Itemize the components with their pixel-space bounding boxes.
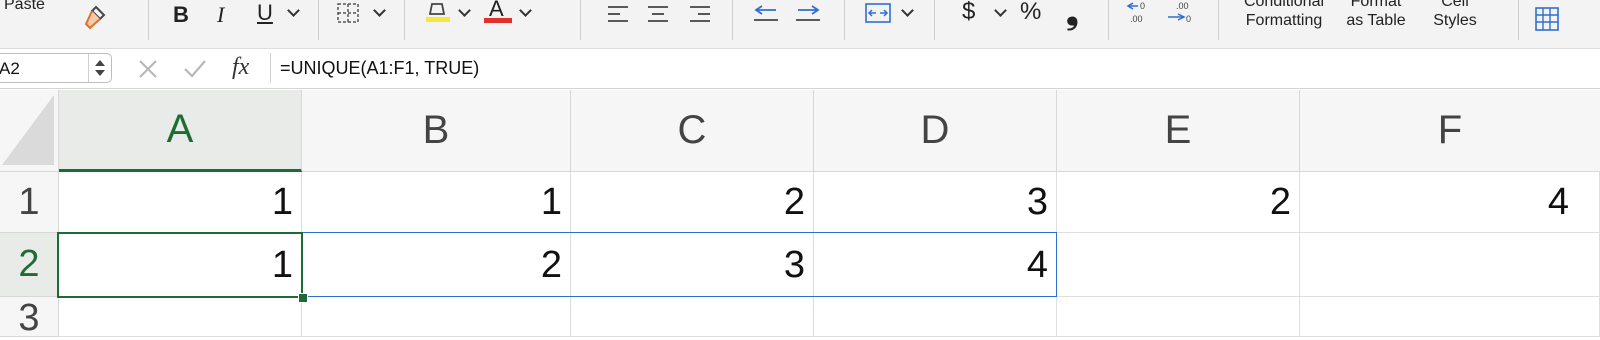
chevron-down-icon [95, 70, 105, 76]
insert-function-button[interactable]: fx [232, 54, 249, 81]
select-all-corner[interactable] [0, 90, 59, 172]
cell-e3[interactable] [1057, 297, 1300, 337]
chevron-up-icon [95, 60, 105, 66]
currency-button[interactable]: $ [962, 0, 975, 24]
paste-label[interactable]: Paste [4, 0, 45, 14]
cell-d1[interactable]: 3 [814, 172, 1057, 233]
row-header-3[interactable]: 3 [0, 297, 59, 339]
cell-styles-button[interactable]: Cell Styles [1424, 0, 1486, 30]
cell-a3[interactable] [59, 297, 302, 337]
column-header-e[interactable]: E [1057, 90, 1300, 172]
row-header-1[interactable]: 1 [0, 172, 59, 233]
cell-c2[interactable]: 3 [571, 233, 814, 297]
formula-input[interactable]: =UNIQUE(A1:F1, TRUE) [270, 53, 1600, 83]
cell-a1[interactable]: 1 [59, 172, 302, 233]
format-as-table-line1: Format [1350, 0, 1402, 10]
column-header-c[interactable]: C [571, 90, 814, 172]
cell-e1[interactable]: 2 [1057, 172, 1300, 233]
underline-button[interactable]: U [257, 2, 273, 24]
spreadsheet-grid: A B C D E F 1 2 3 1 1 2 3 2 4 1 2 3 4 [0, 90, 1600, 339]
align-left-icon[interactable] [606, 4, 630, 24]
enter-checkmark-icon[interactable] [182, 58, 208, 80]
formula-bar: A2 fx =UNIQUE(A1:F1, TRUE) [0, 49, 1600, 89]
chevron-down-icon[interactable] [373, 4, 386, 17]
name-box-value: A2 [0, 59, 20, 78]
svg-text:0: 0 [1140, 1, 1145, 11]
svg-text:.00: .00 [1130, 14, 1143, 24]
cell-b1[interactable]: 1 [302, 172, 571, 233]
cell-d2[interactable]: 4 [814, 233, 1057, 297]
cell-c3[interactable] [571, 297, 814, 337]
decrease-decimal-icon[interactable]: .00 0 [1166, 0, 1198, 26]
cell-b2[interactable]: 2 [302, 233, 571, 297]
cell-e2[interactable] [1057, 233, 1300, 297]
column-header-d[interactable]: D [814, 90, 1057, 172]
cell-c1[interactable]: 2 [571, 172, 814, 233]
cell-styles-line1: Cell [1441, 0, 1469, 10]
font-color-swatch [484, 18, 512, 23]
comma-style-button[interactable]: ❟ [1066, 0, 1079, 28]
chevron-down-icon[interactable] [458, 4, 471, 17]
cell-f1[interactable]: 4 [1300, 172, 1600, 233]
column-header-a[interactable]: A [59, 90, 302, 172]
merge-center-icon[interactable] [864, 2, 892, 24]
format-as-table-line2: as Table [1346, 12, 1406, 29]
increase-indent-icon[interactable] [794, 2, 822, 24]
format-painter-icon[interactable] [82, 4, 108, 32]
cell-a2[interactable]: 1 [59, 233, 302, 297]
chevron-down-icon[interactable] [287, 4, 300, 17]
format-as-table-button[interactable]: Format as Table [1338, 0, 1414, 30]
font-color-button[interactable]: A [489, 0, 504, 20]
cell-f2[interactable] [1300, 233, 1600, 297]
bold-button[interactable]: B [173, 4, 189, 26]
chevron-down-icon[interactable] [901, 4, 914, 17]
cell-f3[interactable] [1300, 297, 1600, 337]
conditional-formatting-button[interactable]: Conditional Formatting [1234, 0, 1334, 30]
name-box[interactable]: A2 [0, 53, 112, 83]
borders-icon[interactable] [336, 2, 360, 26]
align-right-icon[interactable] [688, 4, 712, 24]
conditional-formatting-line1: Conditional [1243, 0, 1325, 10]
insert-cells-icon[interactable] [1534, 6, 1560, 32]
ribbon-toolbar: Paste B I U A $ % ❟ 0 .00 .00 0 Conditio… [0, 0, 1600, 49]
row-header-2[interactable]: 2 [0, 233, 59, 297]
align-center-icon[interactable] [646, 4, 670, 24]
conditional-formatting-line2: Formatting [1245, 12, 1323, 29]
name-box-stepper[interactable] [88, 54, 111, 82]
svg-text:0: 0 [1186, 14, 1191, 24]
increase-decimal-icon[interactable]: 0 .00 [1124, 0, 1156, 26]
italic-button[interactable]: I [217, 4, 224, 26]
percent-button[interactable]: % [1020, 0, 1041, 24]
svg-text:.00: .00 [1176, 1, 1189, 11]
cell-b3[interactable] [302, 297, 571, 337]
decrease-indent-icon[interactable] [752, 2, 780, 24]
cell-d3[interactable] [814, 297, 1057, 337]
column-header-b[interactable]: B [302, 90, 571, 172]
cancel-icon[interactable] [137, 58, 159, 80]
column-header-f[interactable]: F [1300, 90, 1600, 172]
fill-color-icon[interactable] [424, 0, 452, 24]
cell-styles-line2: Styles [1433, 12, 1477, 29]
formula-text: =UNIQUE(A1:F1, TRUE) [280, 58, 480, 78]
chevron-down-icon[interactable] [519, 4, 532, 17]
chevron-down-icon[interactable] [994, 4, 1007, 17]
fill-handle[interactable] [298, 293, 308, 303]
